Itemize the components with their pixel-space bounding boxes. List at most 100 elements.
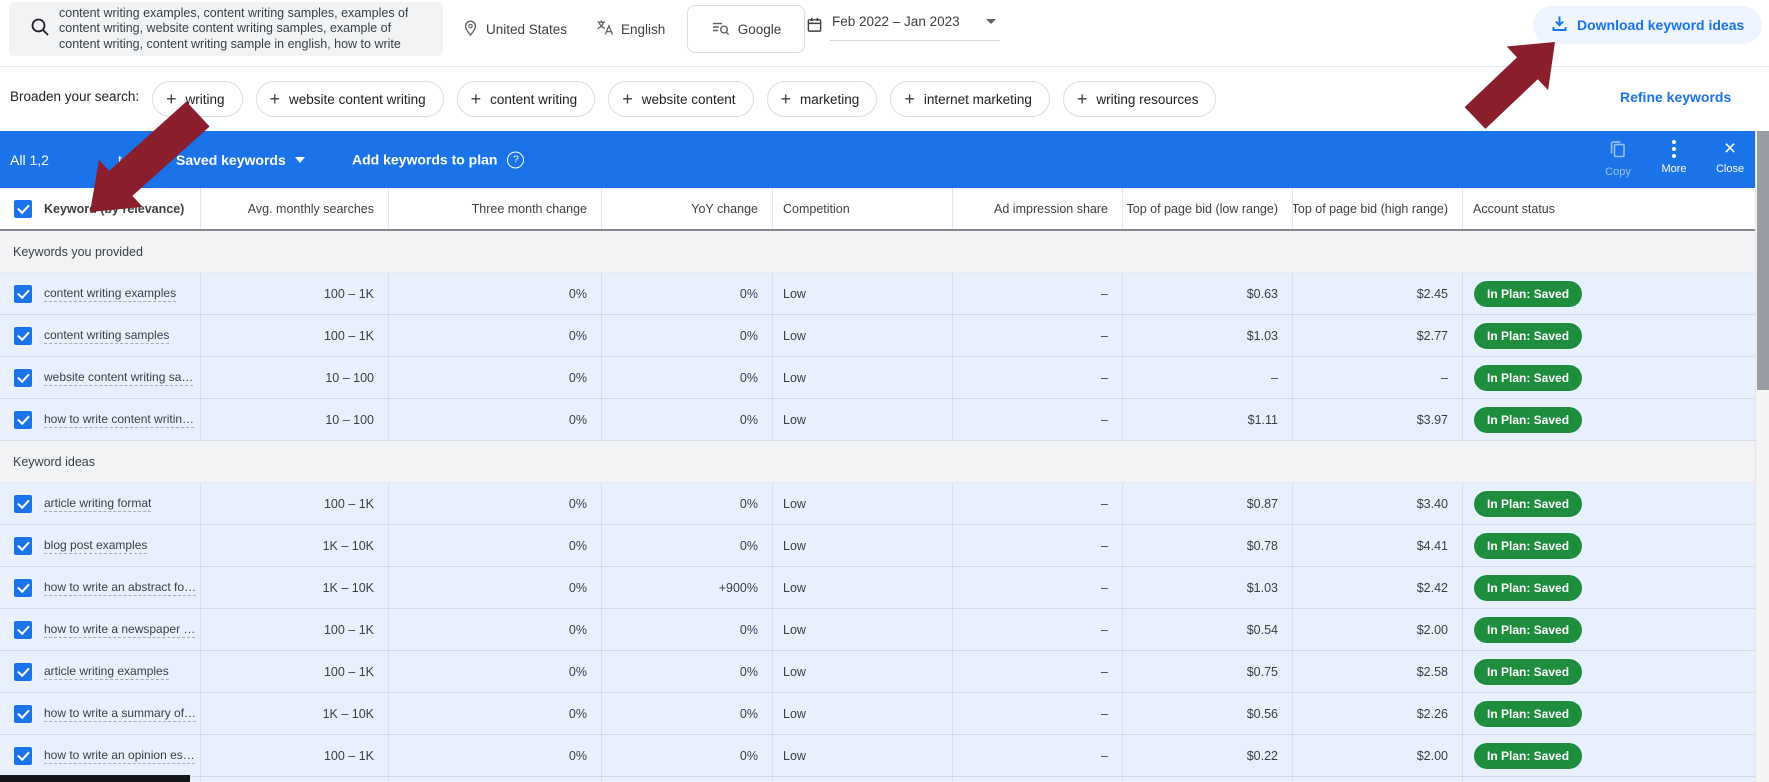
keyword-text[interactable]: how to write a summary of… [44, 706, 197, 722]
vertical-scrollbar [1755, 131, 1769, 782]
broaden-chip-content-writing[interactable]: + content writing [456, 81, 596, 117]
search-icon [29, 16, 51, 43]
cell-competition: Low [772, 273, 952, 314]
cell-three-month-change: 0% [388, 315, 601, 356]
cell-avg-monthly-searches: 100 – 1K [200, 735, 388, 776]
keyword-text[interactable]: how to write content writin… [44, 412, 195, 428]
saved-keywords-dropdown[interactable]: Saved keywords [176, 152, 305, 168]
broaden-chip-writing[interactable]: + writing [152, 81, 243, 117]
cell-three-month-change: 0% [388, 567, 601, 608]
broaden-chip-website-content-writing[interactable]: + website content writing [255, 81, 444, 117]
scrollbar-thumb[interactable] [1757, 131, 1769, 390]
cell-keyword: how to write a newspaper … [0, 609, 200, 650]
more-button[interactable]: More [1652, 139, 1696, 175]
download-keyword-ideas-link[interactable]: Download keyword ideas [1533, 6, 1763, 44]
cell-competition: Low [772, 483, 952, 524]
chip-label: writing resources [1096, 91, 1199, 107]
plus-icon: + [269, 88, 281, 109]
column-header-top-of-page-bid-low-range[interactable]: Top of page bid (low range) [1122, 188, 1292, 229]
keyword-text[interactable]: content writing samples [44, 328, 170, 344]
select-all-checkbox[interactable] [14, 199, 32, 218]
cell-avg-monthly-searches: 10 – 100 [200, 777, 388, 782]
refine-keywords-link[interactable]: Refine keywords [1620, 89, 1731, 105]
row-checkbox[interactable] [14, 494, 32, 513]
cell-top-bid-high: $4.41 [1292, 525, 1462, 566]
row-checkbox[interactable] [14, 704, 32, 723]
cell-competition: Low [772, 651, 952, 692]
keywords-table: Keyword (by relevance) Avg. monthly searc… [0, 188, 1755, 782]
row-checkbox[interactable] [14, 326, 32, 345]
keywords-search-box[interactable]: content writing examples, content writin… [9, 2, 443, 56]
keyword-text[interactable]: blog post examples [44, 538, 148, 554]
row-checkbox[interactable] [14, 536, 32, 555]
cell-ad-impression-share: – [952, 651, 1122, 692]
cell-ad-impression-share: – [952, 609, 1122, 650]
keyword-text[interactable]: how to write an abstract fo… [44, 580, 197, 596]
table-row: how to write an opinion es… 100 – 1K 0% 0% L… [0, 735, 1755, 777]
cell-ad-impression-share: – [952, 735, 1122, 776]
cell-account-status: In Plan: Saved [1462, 735, 1755, 776]
table-row: article writing format 100 – 1K 0% 0% Low – $0… [0, 483, 1755, 525]
cell-top-bid-high: $1.98 [1292, 777, 1462, 782]
location-selector[interactable]: United States [462, 0, 567, 58]
status-badge: In Plan: Saved [1474, 490, 1583, 517]
cell-avg-monthly-searches: 100 – 1K [200, 315, 388, 356]
row-checkbox[interactable] [14, 746, 32, 765]
location-label: United States [486, 21, 568, 37]
cell-yoy-change: 0% [601, 483, 772, 524]
row-checkbox[interactable] [14, 620, 32, 639]
keyword-text[interactable]: website content writing sa… [44, 370, 194, 386]
row-checkbox[interactable] [14, 284, 32, 303]
row-checkbox[interactable] [14, 578, 32, 597]
broaden-chip-marketing[interactable]: + marketing [766, 81, 878, 117]
column-header-top-of-page-bid-high-range[interactable]: Top of page bid (high range) [1292, 188, 1462, 229]
column-header-competition[interactable]: Competition [772, 188, 952, 229]
cell-top-bid-high: $2.42 [1292, 567, 1462, 608]
table-row: website content writing sa… 10 – 100 0% 0% L… [0, 357, 1755, 399]
plus-icon: + [166, 88, 177, 109]
broaden-chip-internet-marketing[interactable]: + internet marketing [890, 81, 1050, 117]
chip-label: marketing [800, 91, 860, 107]
table-row: how to write a newspaper … 100 – 1K 0% 0% Lo… [0, 609, 1755, 651]
add-keywords-label: Add keywords to plan [352, 151, 498, 168]
keyword-text[interactable]: content writing examples [44, 286, 177, 302]
cell-ad-impression-share: – [952, 777, 1122, 782]
cell-account-status: In Plan: Saved [1462, 483, 1755, 524]
cell-keyword: content writing examples [0, 273, 200, 314]
selection-count-suffix: ted [118, 151, 138, 168]
status-badge: In Plan: Saved [1474, 742, 1583, 769]
column-header-three-month-change[interactable]: Three month change [388, 188, 601, 229]
cell-keyword: article writing examples [0, 651, 200, 692]
section-header-keyword-ideas: Keyword ideas [0, 441, 1755, 483]
date-range-label: Feb 2022 – Jan 2023 [832, 14, 960, 29]
column-header-account-status[interactable]: Account status [1462, 188, 1755, 229]
cell-top-bid-low: $0.63 [1122, 777, 1292, 782]
cell-top-bid-high: $3.97 [1292, 399, 1462, 440]
row-checkbox[interactable] [14, 410, 32, 429]
keyword-text[interactable]: article writing format [44, 496, 152, 512]
keyword-text[interactable]: how to write an opinion es… [44, 748, 195, 764]
add-keywords-to-plan-button[interactable]: Add keywords to plan [352, 151, 525, 168]
table-row: content writing samples 100 – 1K 0% 0% Low – $… [0, 315, 1755, 357]
network-selector[interactable]: Google [687, 5, 805, 53]
cell-top-bid-low: $0.87 [1122, 483, 1292, 524]
column-header-ad-impression-share[interactable]: Ad impression share [952, 188, 1122, 229]
date-range-selector[interactable]: Feb 2022 – Jan 2023 [806, 11, 1000, 51]
column-header-keyword-by-relevance[interactable]: Keyword (by relevance) [0, 188, 200, 229]
copy-button[interactable]: Copy [1596, 139, 1640, 178]
column-header-yoy-change[interactable]: YoY change [601, 188, 772, 229]
broaden-chip-writing-resources[interactable]: + writing resources [1062, 81, 1217, 117]
broaden-chip-website-content[interactable]: + website content [608, 81, 754, 117]
help-circle-icon[interactable] [507, 151, 525, 168]
cell-three-month-change: 0% [388, 651, 601, 692]
row-checkbox[interactable] [14, 662, 32, 681]
calendar-icon [806, 16, 823, 39]
row-checkbox[interactable] [14, 368, 32, 387]
keyword-text[interactable]: how to write a newspaper … [44, 622, 196, 638]
cell-top-bid-low: $1.03 [1122, 567, 1292, 608]
cell-keyword: article writing format [0, 483, 200, 524]
close-button[interactable]: × Close [1708, 138, 1752, 175]
column-header-avg-monthly-searches[interactable]: Avg. monthly searches [200, 188, 388, 229]
keyword-text[interactable]: article writing examples [44, 664, 169, 680]
language-selector[interactable]: English [596, 0, 665, 58]
